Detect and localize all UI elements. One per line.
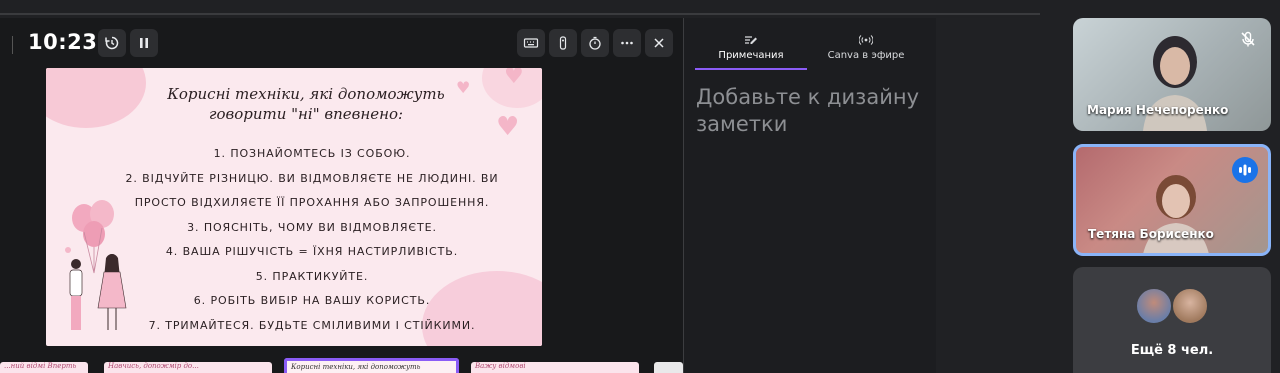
remote-control-button[interactable] (549, 29, 577, 57)
close-presenter-button[interactable] (645, 29, 673, 57)
slide-body: 1. Познайомтесь із собою. 2. Відчуйте рі… (106, 142, 518, 338)
tab-canva-live-label: Canva в эфире (827, 50, 905, 61)
presentation-clock: 10:23 (28, 30, 98, 54)
slide-list-item: 7. Тримайтеся. Будьте сміливими і стійки… (148, 318, 476, 332)
slide-list-item: 4. Ваша рішучість = їхня настирливість. (165, 245, 459, 258)
remote-icon (559, 36, 567, 50)
mic-off-icon (1239, 30, 1257, 52)
slide-thumbnail-current[interactable]: Корисні техніки, які допоможуть (284, 358, 459, 373)
more-participants-count: Ещё 8 чел. (1130, 343, 1214, 358)
top-strip (0, 0, 1280, 16)
more-participants-tile[interactable]: Ещё 8 чел. (1073, 267, 1271, 373)
slide-thumbnail[interactable]: Важу відмові (471, 362, 639, 373)
broadcast-icon (858, 34, 874, 46)
notes-placeholder[interactable]: Добавьте к дизайну заметки (696, 84, 926, 138)
slide-list-item: 2. Відчуйте різницю. Ви відмовляєте не л… (125, 171, 499, 185)
notes-edit-icon (744, 34, 758, 46)
participant-tile[interactable]: Мария Нечепоренко (1073, 18, 1271, 131)
history-icon (105, 36, 119, 50)
tab-notes-label: Примечания (718, 50, 784, 61)
pause-button[interactable] (130, 29, 158, 57)
top-divider (0, 13, 1040, 15)
keyboard-shortcuts-button[interactable] (517, 29, 545, 57)
notes-panel: Примечания Canva в эфире Добавьте к диза… (684, 18, 936, 373)
close-icon (654, 38, 664, 48)
slide-list-item: 6. Робіть вибір на вашу користь. (193, 294, 431, 307)
keyboard-icon (523, 38, 539, 48)
slide-title-line: говорити "ні" впевнено: (208, 105, 404, 123)
speaking-icon (1232, 157, 1258, 183)
more-options-button[interactable] (613, 29, 641, 57)
slide-title-line: Корисні техніки, які допоможуть (167, 85, 445, 103)
more-icon (621, 41, 633, 45)
current-slide: ♥ ♥ ♥ Корисні техніки, які допоможуть го… (46, 68, 542, 346)
participant-name: Мария Нечепоренко (1087, 103, 1229, 117)
participant-video (1143, 175, 1209, 253)
slide-panel: 10:23 ♥ ♥ ♥ Корисні техніки, які допомож… (0, 18, 683, 373)
heart-icon: ♥ (504, 68, 524, 89)
timer-icon (589, 36, 601, 50)
slide-thumbnail[interactable]: ...ний відмі Вперть (0, 362, 88, 373)
slide-list-item: просто відхиляєте її прохання або запрош… (134, 196, 490, 209)
slide-thumbnail[interactable] (654, 362, 683, 373)
slide-list-item: 5. Практикуйте. (255, 269, 369, 283)
tab-canva-live[interactable]: Canva в эфире (810, 28, 922, 70)
participant-tile-speaking[interactable]: Тетяна Борисенко (1073, 144, 1271, 256)
avatar (1171, 287, 1209, 325)
meeting-window: 10:23 ♥ ♥ ♥ Корисні техніки, які допомож… (0, 0, 1280, 373)
participant-name: Тетяна Борисенко (1088, 227, 1214, 241)
slide-thumbnail-strip: ...ний відмі Вперть Навчись, допожмір до… (0, 357, 683, 373)
tab-notes[interactable]: Примечания (695, 28, 807, 70)
toolbar-separator (12, 36, 13, 54)
avatar (1135, 287, 1173, 325)
timer-button[interactable] (581, 29, 609, 57)
reset-timer-button[interactable] (98, 29, 126, 57)
slide-list-item: 3. Поясніть, чому ви відмовляєте. (187, 220, 437, 234)
pause-icon (140, 38, 148, 48)
slide-list-item: 1. Познайомтесь із собою. (213, 147, 411, 160)
slide-thumbnail[interactable]: Навчись, допожмір до... (104, 362, 272, 373)
presenter-view: 10:23 ♥ ♥ ♥ Корисні техніки, які допомож… (0, 18, 936, 373)
slide-title: Корисні техніки, які допоможуть говорити… (106, 84, 506, 124)
